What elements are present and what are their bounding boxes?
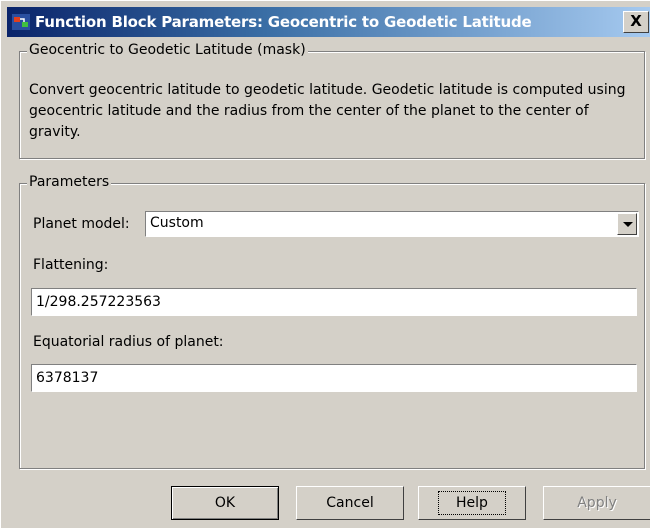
- mask-group-legend: Geocentric to Geodetic Latitude (mask): [27, 42, 308, 58]
- ok-button-label: OK: [214, 495, 236, 511]
- cancel-button[interactable]: Cancel: [296, 486, 404, 520]
- apply-button[interactable]: Apply: [543, 486, 650, 520]
- apply-button-label: Apply: [577, 495, 617, 511]
- window-title: Function Block Parameters: Geocentric to…: [35, 13, 532, 31]
- help-button-label: Help: [438, 491, 506, 515]
- planet-model-dropdown[interactable]: Custom: [145, 211, 639, 237]
- title-bar[interactable]: Function Block Parameters: Geocentric to…: [7, 7, 650, 37]
- equatorial-radius-field[interactable]: [31, 364, 637, 392]
- simulink-block-icon: [12, 14, 30, 30]
- planet-model-value: Custom: [150, 215, 204, 231]
- help-button[interactable]: Help: [418, 486, 526, 520]
- planet-model-label: Planet model:: [33, 216, 130, 232]
- dialog-window: Function Block Parameters: Geocentric to…: [0, 0, 650, 528]
- flattening-label: Flattening:: [33, 257, 109, 273]
- close-button[interactable]: X: [623, 11, 649, 33]
- cancel-button-label: Cancel: [326, 495, 374, 511]
- close-icon: X: [630, 12, 642, 30]
- chevron-down-icon[interactable]: [617, 213, 637, 235]
- equatorial-radius-label: Equatorial radius of planet:: [33, 334, 224, 350]
- flattening-field[interactable]: [31, 288, 637, 316]
- parameters-group-legend: Parameters: [27, 174, 112, 190]
- mask-description: Convert geocentric latitude to geodetic …: [29, 82, 626, 140]
- ok-button[interactable]: OK: [171, 486, 279, 520]
